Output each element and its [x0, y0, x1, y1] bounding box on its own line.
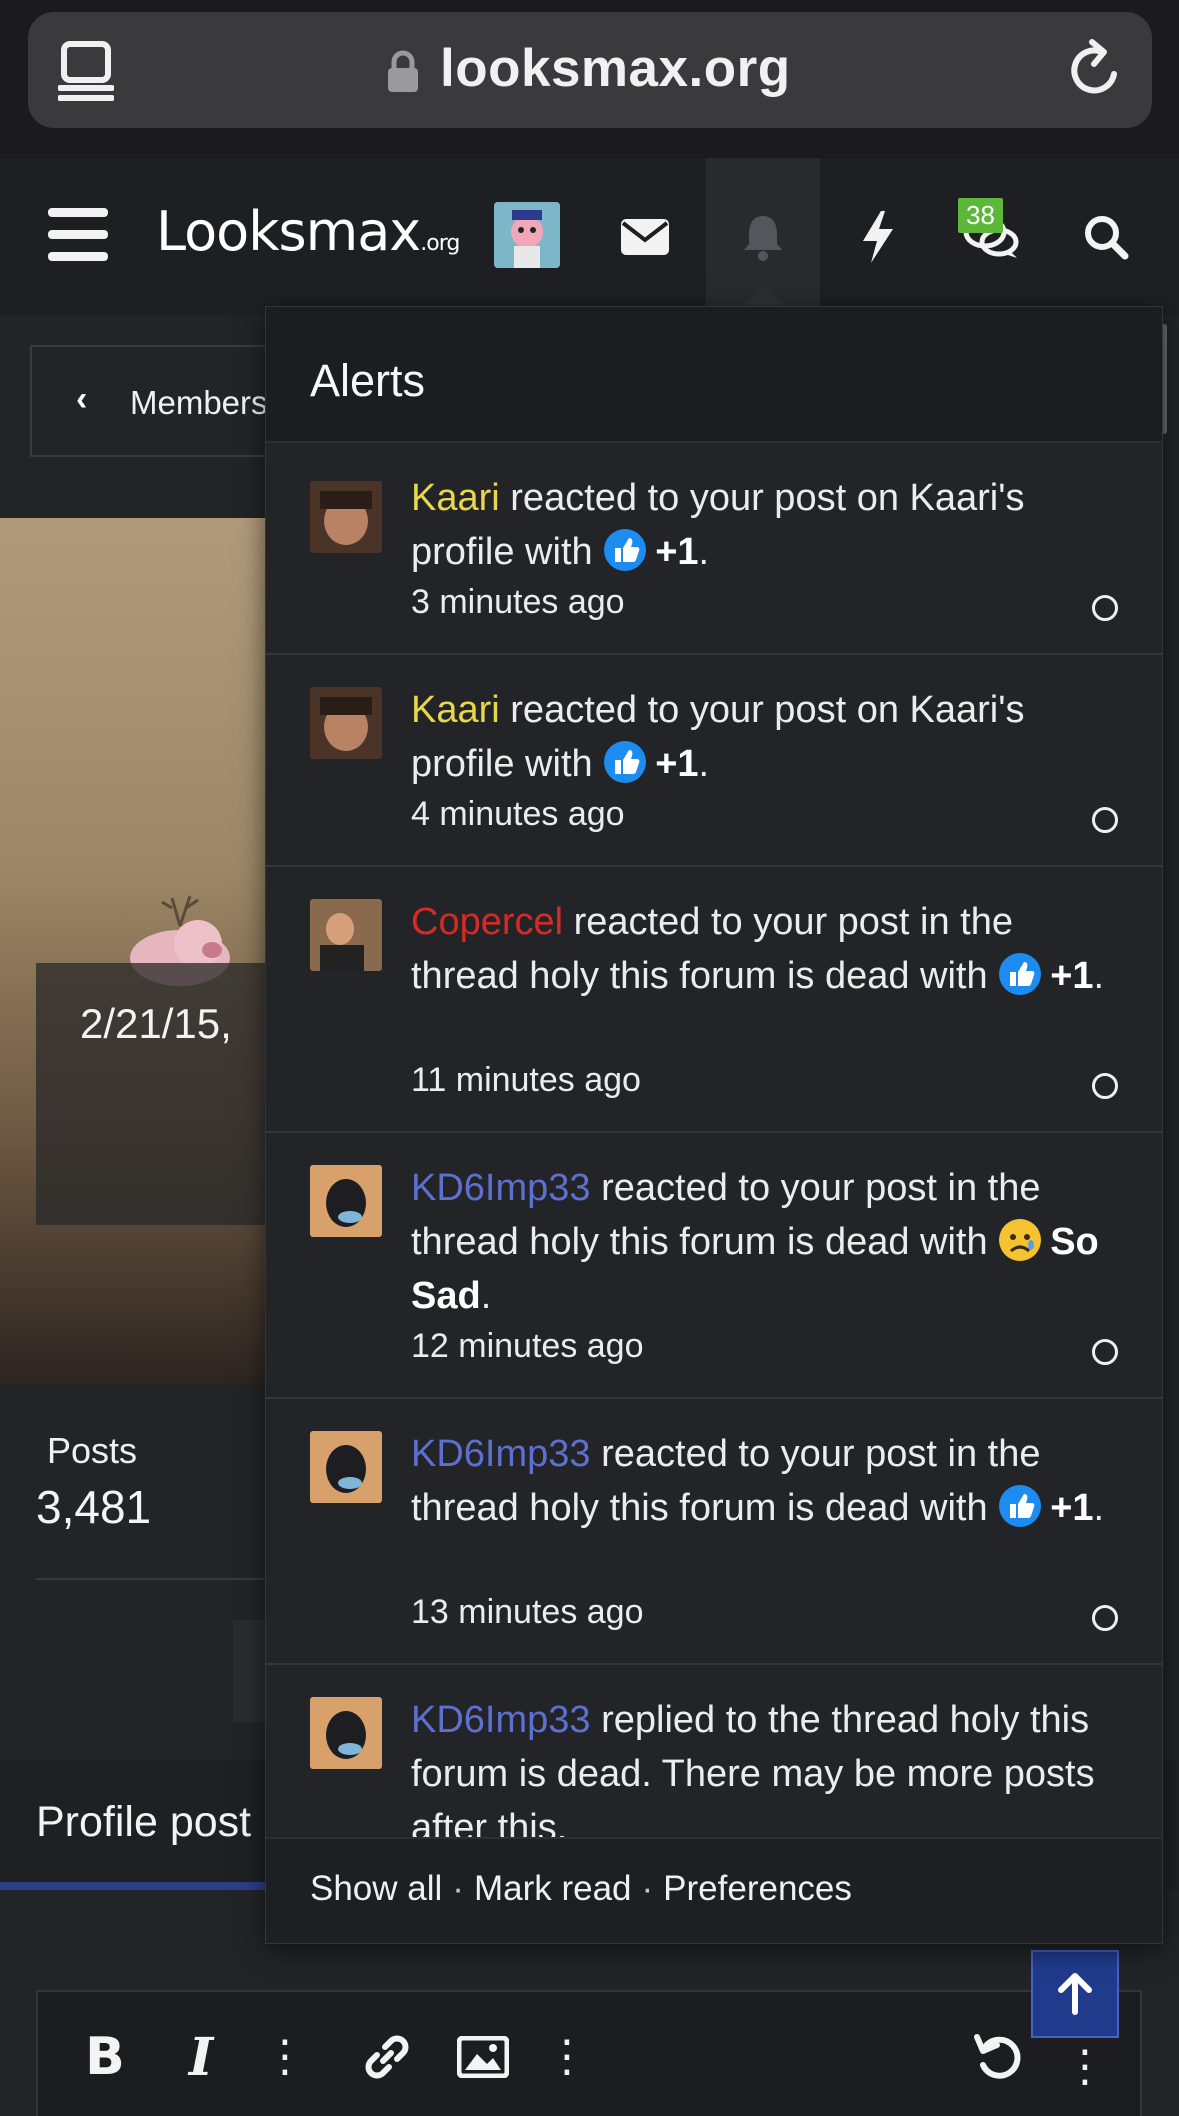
alert-text: KD6Imp33 reacted to your post in the thr…	[411, 1167, 1099, 1317]
tabs-icon[interactable]	[58, 40, 114, 102]
alert-username[interactable]: KD6Imp33	[411, 1699, 591, 1741]
divider	[36, 1578, 276, 1580]
alert-item[interactable]: Copercel reacted to your post in the thr…	[266, 867, 1162, 1133]
unread-count-badge: 38	[958, 198, 1003, 233]
conversations-button[interactable]	[935, 158, 1047, 315]
mark-read-toggle[interactable]	[1092, 595, 1118, 621]
alerts-title: Alerts	[310, 355, 426, 406]
avatar-cartoon-icon	[494, 202, 560, 268]
profile-cover-photo	[0, 518, 270, 1386]
alert-item[interactable]: KD6Imp33 reacted to your post in the thr…	[266, 1399, 1162, 1665]
avatar[interactable]	[310, 687, 382, 759]
link-icon[interactable]	[360, 2030, 414, 2084]
lock-icon	[388, 50, 418, 92]
avatar[interactable]	[310, 481, 382, 553]
arrow-up-icon	[1058, 1973, 1092, 2015]
preferences-link[interactable]: Preferences	[663, 1869, 852, 1908]
envelope-icon	[621, 218, 669, 255]
alert-text: KD6Imp33 replied to the thread holy this…	[411, 1699, 1095, 1849]
alert-username[interactable]: KD6Imp33	[411, 1433, 591, 1475]
url-text[interactable]: looksmax.org	[440, 38, 791, 99]
mark-read-toggle[interactable]	[1092, 1073, 1118, 1099]
search-button[interactable]	[1050, 158, 1162, 315]
alert-item[interactable]: Kaari reacted to your post on Kaari's pr…	[266, 655, 1162, 867]
alert-time: 13 minutes ago	[411, 1593, 644, 1631]
reload-icon[interactable]	[1066, 38, 1124, 100]
bold-icon[interactable]: B	[78, 2027, 132, 2087]
image-icon[interactable]	[456, 2030, 510, 2084]
editor-more-icon[interactable]: ⋮	[1058, 2040, 1112, 2094]
alerts-dropdown: Alerts Kaari reacted to your post on Kaa…	[265, 306, 1163, 1944]
mark-read-toggle[interactable]	[1092, 1339, 1118, 1365]
hamburger-menu-icon[interactable]	[48, 208, 108, 262]
avatar[interactable]	[310, 899, 382, 971]
more-insert-icon[interactable]: ⋮	[540, 2030, 594, 2084]
bell-icon	[744, 215, 782, 261]
join-date-text: 2/21/15,	[80, 1000, 232, 1047]
alert-text: Copercel reacted to your post in the thr…	[411, 901, 1105, 997]
posts-stat-value[interactable]: 3,481	[36, 1480, 151, 1534]
user-avatar[interactable]	[494, 202, 560, 268]
alert-username[interactable]: Kaari	[411, 477, 500, 519]
alert-time: 11 minutes ago	[411, 1061, 641, 1099]
alert-item[interactable]: Kaari reacted to your post on Kaari's pr…	[266, 443, 1162, 655]
separator: ·	[452, 1869, 464, 1908]
separator: ·	[641, 1869, 654, 1908]
tab-profile-posts[interactable]: Profile post	[36, 1798, 251, 1847]
search-icon	[1085, 215, 1129, 259]
alert-item[interactable]: KD6Imp33 reacted to your post in the thr…	[266, 1133, 1162, 1399]
alert-time: 3 minutes ago	[411, 583, 625, 621]
alert-time: 12 minutes ago	[411, 1327, 644, 1365]
dropdown-caret	[744, 283, 784, 305]
show-all-link[interactable]: Show all	[310, 1869, 442, 1908]
alert-username[interactable]: Kaari	[411, 689, 500, 731]
chevron-left-icon: ‹	[76, 380, 88, 418]
site-header: Looksmax.org 38	[0, 158, 1179, 434]
thumbs-up-reaction-icon	[604, 741, 647, 783]
undo-icon[interactable]	[972, 2030, 1026, 2084]
alert-text: Kaari reacted to your post on Kaari's pr…	[411, 689, 1025, 785]
active-tab-indicator	[0, 1882, 270, 1890]
mark-read-link[interactable]: Mark read	[474, 1869, 632, 1908]
lightning-bolt-icon	[863, 210, 893, 263]
mark-read-toggle[interactable]	[1092, 1605, 1118, 1631]
footer-links: Show all · Mark read · Preferences	[310, 1869, 852, 1909]
alert-username[interactable]: Copercel	[411, 901, 563, 943]
sad-face-reaction-icon	[999, 1219, 1042, 1261]
alert-time: 4 minutes ago	[411, 795, 625, 833]
thumbs-up-reaction-icon	[604, 529, 647, 571]
avatar[interactable]	[310, 1431, 382, 1503]
alert-text: KD6Imp33 reacted to your post in the thr…	[411, 1433, 1105, 1529]
alert-text: Kaari reacted to your post on Kaari's pr…	[411, 477, 1025, 573]
thumbs-up-reaction-icon	[999, 1485, 1042, 1527]
alerts-footer: Show all · Mark read · Preferences	[266, 1837, 1162, 1943]
italic-icon[interactable]: I	[174, 2027, 228, 2088]
alerts-header: Alerts	[266, 307, 1162, 443]
mark-read-toggle[interactable]	[1092, 807, 1118, 833]
breadcrumb-label[interactable]: Members	[130, 384, 268, 422]
browser-chrome: looksmax.org	[0, 0, 1179, 158]
more-options-icon[interactable]: ⋮	[258, 2030, 312, 2084]
inbox-button[interactable]	[589, 158, 701, 315]
scroll-to-top-button[interactable]	[1031, 1950, 1119, 2038]
whats-new-button[interactable]	[822, 158, 934, 315]
alert-item[interactable]: KD6Imp33 replied to the thread holy this…	[266, 1665, 1162, 1849]
posts-stat-label: Posts	[47, 1430, 138, 1471]
avatar[interactable]	[310, 1165, 382, 1237]
site-logo[interactable]: Looksmax.org	[156, 200, 460, 263]
avatar[interactable]	[310, 1697, 382, 1769]
alert-username[interactable]: KD6Imp33	[411, 1167, 591, 1209]
thumbs-up-reaction-icon	[999, 953, 1042, 995]
